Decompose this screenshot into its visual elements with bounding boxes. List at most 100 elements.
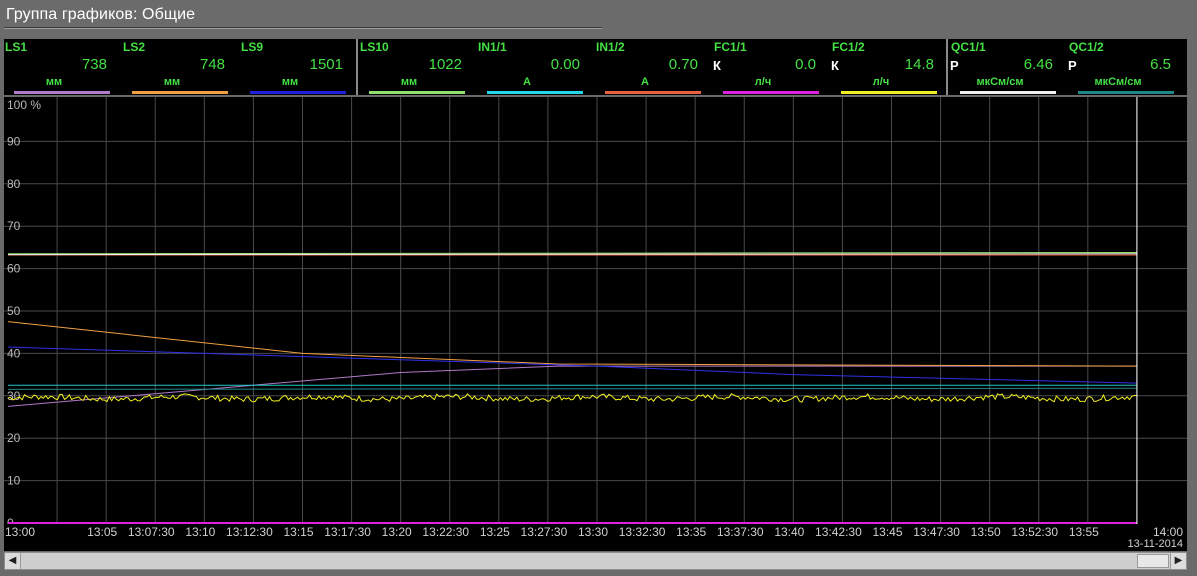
- x-tick-label: 13:10: [185, 525, 216, 539]
- y-tick-label: 20: [7, 431, 21, 445]
- channel-unit: мм: [163, 76, 181, 88]
- trend-chart-svg: 100 %9080706050403020100: [4, 97, 1187, 530]
- channel-unit: A: [523, 76, 531, 88]
- channel-color-swatch: [487, 91, 583, 94]
- x-tick-label: 13:47:30: [913, 525, 960, 539]
- channel-qc1-2[interactable]: QC1/2 Р 6.5 мкСм/см: [1068, 39, 1185, 95]
- y-tick-label: 80: [7, 177, 21, 191]
- series-line: [7, 387, 1137, 390]
- y-tick-label: 60: [7, 262, 21, 276]
- channel-fc1-1[interactable]: FC1/1 К 0.0 л/ч: [713, 39, 830, 95]
- title-bar: Группа графиков: Общие: [0, 0, 1197, 37]
- channel-panel: LS1 738 мм LS2 748 мм LS9 1501 мм LS10 1022 мм IN1/1…: [4, 39, 1187, 95]
- x-tick-label: 13:20: [381, 525, 412, 539]
- y-tick-label: 10: [7, 474, 21, 488]
- channel-name: FC1/2: [832, 40, 865, 54]
- x-tick-label: 13:15: [283, 525, 314, 539]
- x-tick-label: 13:35: [676, 525, 707, 539]
- channel-unit: л/ч: [754, 76, 772, 88]
- channel-mode-flag: К: [713, 58, 721, 73]
- x-tick-label: 14:00: [1152, 525, 1183, 539]
- channel-name: LS1: [5, 40, 28, 54]
- x-tick-label: 13:27:30: [520, 525, 568, 539]
- arrow-left-icon: ◀: [8, 555, 17, 566]
- channel-name: IN1/1: [478, 40, 507, 54]
- channel-color-swatch: [14, 91, 110, 94]
- y-tick-label: 100 %: [7, 98, 41, 112]
- channel-ls10[interactable]: LS10 1022 мм: [359, 39, 476, 95]
- x-tick-label: 13:05: [87, 525, 118, 539]
- channel-ls9[interactable]: LS9 1501 мм: [240, 39, 357, 95]
- trend-chart[interactable]: 100 % 90 80 70 60 50 40 30 20 10 0: [4, 97, 1187, 530]
- scroll-thumb[interactable]: [1137, 554, 1169, 568]
- channel-unit: л/ч: [872, 76, 890, 88]
- arrow-right-icon: ▶: [1174, 555, 1183, 566]
- x-tick-label: 13:37:30: [716, 525, 764, 539]
- channel-mode-flag: Р: [950, 58, 959, 73]
- channel-unit: мм: [400, 76, 418, 88]
- x-tick-label: 13:50: [970, 525, 1001, 539]
- channel-color-swatch: [132, 91, 228, 94]
- channel-color-swatch: [1078, 91, 1174, 94]
- channel-value: 738: [81, 56, 107, 73]
- series-qc1-2: [7, 387, 1137, 390]
- x-tick-label: 13:42:30: [815, 525, 862, 539]
- channel-qc1-1[interactable]: QC1/1 Р 6.46 мкСм/см: [950, 39, 1067, 95]
- y-tick-label: 90: [7, 134, 21, 148]
- channel-color-swatch: [250, 91, 346, 94]
- channel-unit: мм: [45, 76, 63, 88]
- title-divider: [4, 27, 602, 29]
- channel-color-swatch: [841, 91, 937, 94]
- axis-date: 13-11-2014: [1127, 538, 1183, 550]
- series-fc1-2: [7, 393, 1137, 403]
- channel-value: 0.00: [550, 56, 580, 73]
- scroll-right-button[interactable]: ▶: [1170, 553, 1186, 569]
- channel-fc1-2[interactable]: FC1/2 К 14.8 л/ч: [831, 39, 948, 95]
- series-line: [7, 365, 1137, 407]
- channel-mode-flag: Р: [1068, 58, 1077, 73]
- x-tick-label: 13:40: [774, 525, 805, 539]
- channel-value: 1501: [309, 56, 343, 73]
- channel-name: LS2: [123, 40, 146, 54]
- x-tick-label: 13:22:30: [422, 525, 470, 539]
- channel-ls2[interactable]: LS2 748 мм: [122, 39, 239, 95]
- channel-name: QC1/2: [1069, 40, 1104, 54]
- channel-value: 748: [199, 56, 225, 73]
- channel-unit: мм: [281, 76, 299, 88]
- channel-value: 14.8: [904, 56, 934, 73]
- channel-value: 6.46: [1023, 56, 1053, 73]
- channel-value: 6.5: [1150, 56, 1171, 73]
- y-tick-label: 50: [7, 304, 21, 318]
- channel-mode-flag: К: [831, 58, 839, 73]
- y-tick-label: 70: [7, 219, 21, 233]
- channel-name: FC1/1: [714, 40, 747, 54]
- x-tick-label: 13:00: [5, 525, 36, 539]
- x-tick-label: 13:32:30: [618, 525, 666, 539]
- series-ls2: [7, 321, 1137, 367]
- x-tick-label: 13:45: [872, 525, 903, 539]
- channel-ls1[interactable]: LS1 738 мм: [4, 39, 121, 95]
- x-tick-label: 13:12:30: [226, 525, 273, 539]
- channel-color-swatch: [960, 91, 1056, 94]
- channel-unit: мкСм/см: [1094, 76, 1142, 88]
- series-line: [7, 393, 1137, 403]
- channel-name: LS9: [241, 40, 264, 54]
- x-tick-label: 13:07:30: [127, 525, 175, 539]
- x-tick-label: 13:25: [479, 525, 510, 539]
- x-tick-label: 13:30: [577, 525, 609, 539]
- channel-in1-2[interactable]: IN1/2 0.70 A: [595, 39, 712, 95]
- x-tick-label: 13:55: [1068, 525, 1099, 539]
- channel-color-swatch: [605, 91, 701, 94]
- time-axis: 13-11-2014 13:00 13:05 13:07:30 13:10 13:12:…: [4, 524, 1187, 551]
- x-tick-label: 13:52:30: [1011, 525, 1059, 539]
- y-tick-label: 40: [7, 346, 21, 360]
- channel-name: IN1/2: [596, 40, 625, 54]
- time-scrollbar[interactable]: ◀ ▶: [4, 552, 1187, 570]
- series-ls1: [7, 365, 1137, 407]
- channel-color-swatch: [369, 91, 465, 94]
- channel-unit: мкСм/см: [976, 76, 1024, 88]
- channel-value: 1022: [428, 56, 462, 73]
- channel-name: LS10: [360, 40, 389, 54]
- scroll-left-button[interactable]: ◀: [5, 553, 21, 569]
- channel-in1-1[interactable]: IN1/1 0.00 A: [477, 39, 594, 95]
